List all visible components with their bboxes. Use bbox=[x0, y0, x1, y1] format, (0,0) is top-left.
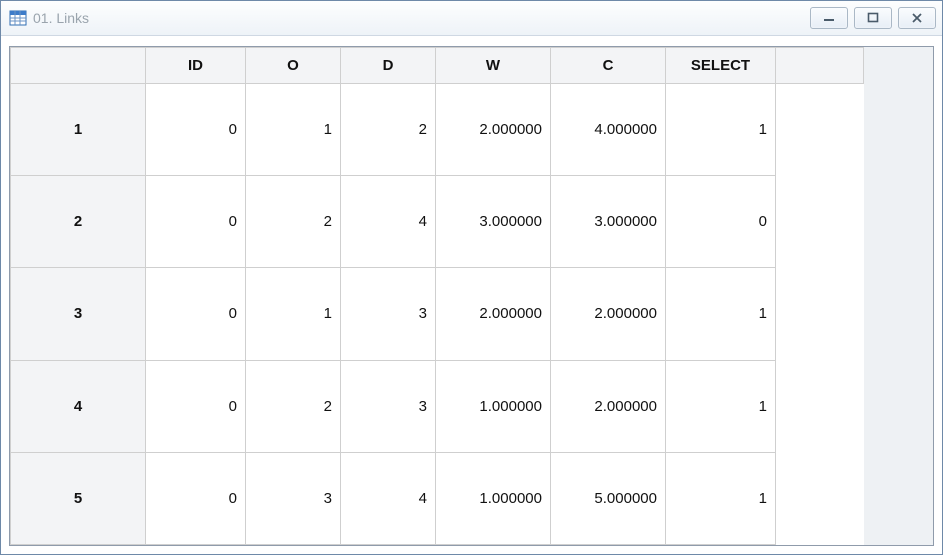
minimize-button[interactable] bbox=[810, 7, 848, 29]
cell-id[interactable]: 0 bbox=[146, 360, 246, 452]
table-icon bbox=[9, 9, 27, 27]
window-title: 01. Links bbox=[33, 10, 89, 26]
window: 01. Links bbox=[0, 0, 943, 555]
cell-select[interactable]: 1 bbox=[666, 84, 776, 176]
cell-select[interactable]: 1 bbox=[666, 452, 776, 544]
data-grid[interactable]: ID O D W C SELECT 10122.0000004.00000012… bbox=[9, 46, 934, 546]
cell-d[interactable]: 3 bbox=[341, 268, 436, 360]
cell-c[interactable]: 4.000000 bbox=[551, 84, 666, 176]
corner-cell[interactable] bbox=[11, 48, 146, 84]
cell-w[interactable]: 2.000000 bbox=[436, 84, 551, 176]
row-header[interactable]: 2 bbox=[11, 176, 146, 268]
col-header-id[interactable]: ID bbox=[146, 48, 246, 84]
cell-d[interactable]: 4 bbox=[341, 176, 436, 268]
cell-c[interactable]: 3.000000 bbox=[551, 176, 666, 268]
links-table: ID O D W C SELECT 10122.0000004.00000012… bbox=[10, 47, 864, 545]
cell-o[interactable]: 1 bbox=[246, 268, 341, 360]
cell-id[interactable]: 0 bbox=[146, 84, 246, 176]
cell-o[interactable]: 2 bbox=[246, 176, 341, 268]
cell-d[interactable]: 4 bbox=[341, 452, 436, 544]
col-header-c[interactable]: C bbox=[551, 48, 666, 84]
cell-w[interactable]: 1.000000 bbox=[436, 452, 551, 544]
col-header-select[interactable]: SELECT bbox=[666, 48, 776, 84]
col-header-w[interactable]: W bbox=[436, 48, 551, 84]
row-header[interactable]: 5 bbox=[11, 452, 146, 544]
table-row[interactable]: 40231.0000002.0000001 bbox=[11, 360, 864, 452]
col-header-pad bbox=[776, 48, 864, 84]
cell-id[interactable]: 0 bbox=[146, 268, 246, 360]
cell-w[interactable]: 1.000000 bbox=[436, 360, 551, 452]
table-row[interactable]: 30132.0000002.0000001 bbox=[11, 268, 864, 360]
table-row[interactable]: 20243.0000003.0000000 bbox=[11, 176, 864, 268]
cell-id[interactable]: 0 bbox=[146, 176, 246, 268]
window-controls bbox=[810, 7, 936, 29]
cell-d[interactable]: 2 bbox=[341, 84, 436, 176]
cell-o[interactable]: 3 bbox=[246, 452, 341, 544]
cell-select[interactable]: 1 bbox=[666, 268, 776, 360]
table-row[interactable]: 50341.0000005.0000001 bbox=[11, 452, 864, 544]
cell-c[interactable]: 5.000000 bbox=[551, 452, 666, 544]
table-row[interactable]: 10122.0000004.0000001 bbox=[11, 84, 864, 176]
cell-w[interactable]: 3.000000 bbox=[436, 176, 551, 268]
col-header-o[interactable]: O bbox=[246, 48, 341, 84]
cell-o[interactable]: 2 bbox=[246, 360, 341, 452]
cell-select[interactable]: 1 bbox=[666, 360, 776, 452]
cell-id[interactable]: 0 bbox=[146, 452, 246, 544]
row-header[interactable]: 4 bbox=[11, 360, 146, 452]
cell-select[interactable]: 0 bbox=[666, 176, 776, 268]
client-area: ID O D W C SELECT 10122.0000004.00000012… bbox=[1, 36, 942, 554]
close-button[interactable] bbox=[898, 7, 936, 29]
header-row: ID O D W C SELECT bbox=[11, 48, 864, 84]
grid-gutter bbox=[864, 47, 933, 545]
cell-c[interactable]: 2.000000 bbox=[551, 360, 666, 452]
cell-d[interactable]: 3 bbox=[341, 360, 436, 452]
titlebar: 01. Links bbox=[1, 1, 942, 36]
cell-w[interactable]: 2.000000 bbox=[436, 268, 551, 360]
row-header[interactable]: 3 bbox=[11, 268, 146, 360]
row-header[interactable]: 1 bbox=[11, 84, 146, 176]
maximize-button[interactable] bbox=[854, 7, 892, 29]
col-header-d[interactable]: D bbox=[341, 48, 436, 84]
cell-c[interactable]: 2.000000 bbox=[551, 268, 666, 360]
cell-o[interactable]: 1 bbox=[246, 84, 341, 176]
